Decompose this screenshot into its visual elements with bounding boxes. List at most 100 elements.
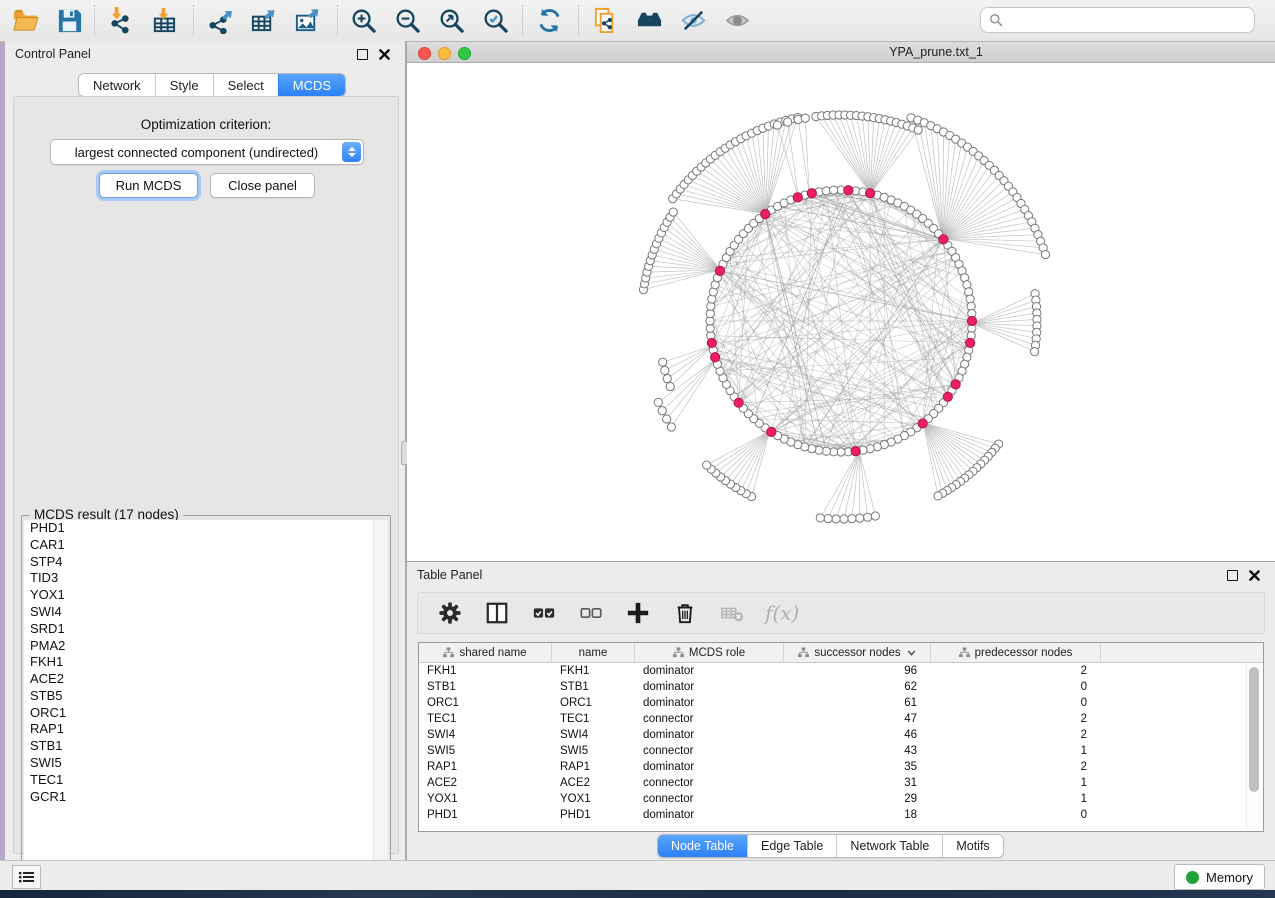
table-row[interactable]: YOX1YOX1connector291 [419, 791, 1263, 807]
mcds-result-item[interactable]: ORC1 [24, 705, 373, 722]
mcds-result-item[interactable]: STB5 [24, 688, 373, 705]
column-header-predecessor-nodes[interactable]: predecessor nodes [931, 643, 1101, 662]
mcds-result-item[interactable]: GCR1 [24, 789, 373, 806]
graph-node[interactable] [659, 358, 667, 366]
graph-hub-node[interactable] [844, 186, 853, 195]
graph-hub-node[interactable] [793, 193, 802, 202]
show-columns-icon[interactable] [483, 599, 511, 627]
run-mcds-button[interactable]: Run MCDS [99, 173, 198, 198]
mcds-result-item[interactable]: PHD1 [24, 520, 373, 537]
export-table-icon[interactable] [248, 5, 278, 35]
tab-edge-table[interactable]: Edge Table [747, 835, 836, 857]
graph-node[interactable] [856, 514, 864, 522]
graph-node[interactable] [824, 514, 832, 522]
table-row[interactable]: SWI4SWI4dominator462 [419, 727, 1263, 743]
mcds-result-item[interactable]: CAR1 [24, 537, 373, 554]
mcds-result-item[interactable]: PMA2 [24, 637, 373, 654]
graph-node[interactable] [863, 513, 871, 521]
column-header-name[interactable]: name [552, 643, 635, 662]
optimization-criterion-select[interactable]: largest connected component (undirected) [50, 139, 364, 165]
zoom-in-icon[interactable] [348, 5, 378, 35]
mcds-result-item[interactable]: TEC1 [24, 772, 373, 789]
graph-node[interactable] [830, 186, 838, 194]
graph-hub-node[interactable] [711, 353, 720, 362]
graph-node[interactable] [703, 461, 711, 469]
hide-selected-icon[interactable] [678, 5, 708, 35]
mcds-result-item[interactable]: STP4 [24, 554, 373, 571]
mcds-result-item[interactable]: SRD1 [24, 621, 373, 638]
graph-hub-node[interactable] [939, 235, 948, 244]
export-network-icon[interactable] [204, 5, 234, 35]
save-session-icon[interactable] [54, 5, 84, 35]
mcds-result-item[interactable]: SWI5 [24, 755, 373, 772]
tab-network-table[interactable]: Network Table [836, 835, 942, 857]
task-history-button[interactable] [12, 865, 41, 889]
sort-chevron-icon[interactable] [906, 647, 916, 658]
graph-hub-node[interactable] [734, 398, 743, 407]
zoom-out-icon[interactable] [392, 5, 422, 35]
table-row[interactable]: STB1STB1dominator620 [419, 679, 1263, 695]
mcds-result-item[interactable]: ACE2 [24, 671, 373, 688]
zoom-selected-icon[interactable] [480, 5, 510, 35]
graph-node[interactable] [669, 208, 677, 216]
table-row[interactable]: PHD1PHD1dominator180 [419, 807, 1263, 823]
tab-select[interactable]: Select [213, 74, 278, 96]
table-row[interactable]: SWI5SWI5connector431 [419, 743, 1263, 759]
settings-gear-icon[interactable] [436, 599, 464, 627]
table-row[interactable]: RAP1RAP1dominator352 [419, 759, 1263, 775]
graph-node[interactable] [871, 512, 879, 520]
graph-node[interactable] [832, 515, 840, 523]
graph-hub-node[interactable] [966, 338, 975, 347]
graph-node[interactable] [663, 415, 671, 423]
graph-hub-node[interactable] [951, 380, 960, 389]
graph-hub-node[interactable] [707, 338, 716, 347]
tab-motifs[interactable]: Motifs [942, 835, 1002, 857]
column-header-shared-name[interactable]: shared name [419, 643, 552, 662]
graph-hub-node[interactable] [761, 210, 770, 219]
column-header-successor-nodes[interactable]: successor nodes [784, 643, 931, 662]
search-input[interactable] [1009, 12, 1246, 29]
close-panel-button[interactable]: Close panel [210, 173, 315, 198]
graph-node[interactable] [654, 398, 662, 406]
mcds-result-item[interactable]: RAP1 [24, 721, 373, 738]
network-graph-canvas[interactable] [407, 63, 1275, 562]
tab-mcds[interactable]: MCDS [278, 74, 345, 96]
add-column-icon[interactable] [624, 599, 652, 627]
graph-hub-node[interactable] [807, 189, 816, 198]
graph-node[interactable] [1030, 348, 1038, 356]
mcds-result-item[interactable]: TID3 [24, 570, 373, 587]
float-table-panel-icon[interactable] [1226, 569, 1239, 582]
graph-node[interactable] [784, 118, 792, 126]
mcds-result-item[interactable]: YOX1 [24, 587, 373, 604]
close-table-panel-icon[interactable] [1248, 569, 1261, 582]
search-box[interactable] [980, 7, 1255, 33]
graph-hub-node[interactable] [767, 427, 776, 436]
graph-node[interactable] [773, 121, 781, 129]
table-scrollbar-thumb[interactable] [1249, 667, 1259, 792]
graph-node[interactable] [801, 114, 809, 122]
column-header-MCDS-role[interactable]: MCDS role [635, 643, 784, 662]
graph-node[interactable] [658, 407, 666, 415]
table-scrollbar[interactable] [1246, 663, 1262, 830]
tab-network[interactable]: Network [79, 74, 155, 96]
mcds-result-scrollbar[interactable] [374, 520, 388, 882]
import-network-icon[interactable] [104, 5, 134, 35]
graph-node[interactable] [816, 514, 824, 522]
float-panel-icon[interactable] [356, 48, 369, 61]
new-network-from-selection-icon[interactable] [590, 5, 620, 35]
graph-hub-node[interactable] [851, 447, 860, 456]
open-session-icon[interactable] [10, 5, 40, 35]
apply-layout-icon[interactable] [534, 5, 564, 35]
mcds-result-item[interactable]: FKH1 [24, 654, 373, 671]
network-graph[interactable] [407, 63, 1275, 562]
table-row[interactable]: FKH1FKH1dominator962 [419, 663, 1263, 679]
select-all-rows-icon[interactable] [530, 599, 558, 627]
graph-node[interactable] [663, 374, 671, 382]
export-image-icon[interactable] [292, 5, 322, 35]
graph-node[interactable] [914, 126, 922, 134]
tab-node-table[interactable]: Node Table [658, 835, 747, 857]
delete-column-icon[interactable] [671, 599, 699, 627]
deselect-all-rows-icon[interactable] [577, 599, 605, 627]
mcds-result-item[interactable]: STB1 [24, 738, 373, 755]
zoom-fit-icon[interactable] [436, 5, 466, 35]
